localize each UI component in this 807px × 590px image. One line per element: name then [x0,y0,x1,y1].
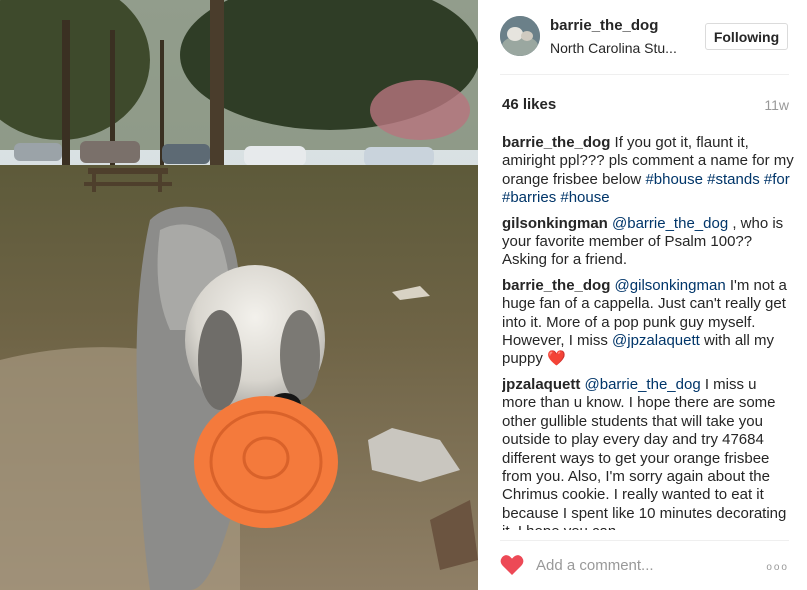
instagram-post-modal: barrie_the_dog North Carolina Stu... Fol… [0,0,807,590]
comment-bar: ooo [478,540,807,590]
comment-link[interactable]: #stands [707,171,760,188]
comment-username[interactable]: barrie_the_dog [502,277,610,294]
comment-link[interactable]: #bhouse [645,171,703,188]
comment-username[interactable]: jpzalaquett [502,376,580,393]
comment-item: barrie_the_dog @gilsonkingman I'm not a … [502,277,794,369]
comment-link[interactable]: #barries [502,189,556,206]
comment-link[interactable]: @barrie_the_dog [585,376,701,393]
comment-username[interactable]: barrie_the_dog [502,134,610,151]
profile-photo [500,16,540,56]
heart-emoji: ❤️ [547,350,566,368]
comments-list[interactable]: barrie_the_dog If you got it, flaunt it,… [502,134,794,530]
following-button[interactable]: Following [705,23,788,50]
comment-text: I miss u more than u know. I hope there … [502,375,787,530]
dog-with-frisbee-image [0,0,478,590]
comment-link[interactable]: @jpzalaquett [612,332,700,349]
post-details-panel: barrie_the_dog North Carolina Stu... Fol… [478,0,807,590]
header-divider [500,74,789,75]
heart-icon[interactable] [500,554,524,576]
comment-item: jpzalaquett @barrie_the_dog I miss u mor… [502,376,794,530]
ellipsis-icon[interactable]: ooo [766,562,789,573]
post-location[interactable]: North Carolina Stu... [550,40,700,56]
comment-link[interactable]: @barrie_the_dog [612,215,728,232]
comment-link[interactable]: #for [764,171,790,188]
post-author-username[interactable]: barrie_the_dog [550,17,658,34]
comment-username[interactable]: gilsonkingman [502,215,608,232]
comment-link[interactable]: #house [560,189,609,206]
post-age[interactable]: 11w [764,97,789,113]
avatar[interactable] [500,16,540,56]
comment-item: gilsonkingman @barrie_the_dog , who is y… [502,215,794,270]
comment-item: barrie_the_dog If you got it, flaunt it,… [502,134,794,208]
comment-input[interactable] [536,552,746,578]
post-photo[interactable] [0,0,478,590]
likes-count[interactable]: 46 likes [502,96,556,113]
post-header: barrie_the_dog North Carolina Stu... Fol… [478,0,807,74]
comment-link[interactable]: @gilsonkingman [615,277,726,294]
